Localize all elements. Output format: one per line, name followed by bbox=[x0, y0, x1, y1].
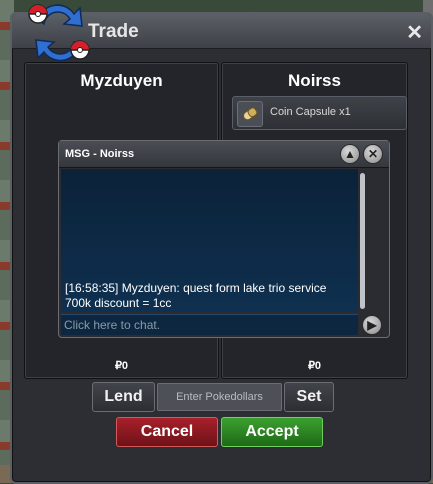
coin-capsule-icon bbox=[237, 101, 263, 127]
partner-item-slot[interactable]: Coin Capsule x1 bbox=[232, 96, 407, 130]
accept-button[interactable]: Accept bbox=[221, 417, 323, 447]
chat-log: [16:58:35] Myzduyen: quest form lake tri… bbox=[61, 169, 358, 312]
close-icon[interactable]: ✕ bbox=[406, 20, 423, 45]
chat-scrollbar[interactable] bbox=[360, 173, 365, 309]
private-message-window: MSG - Noirss ▲ ✕ [16:58:35] Myzduyen: qu… bbox=[58, 140, 390, 338]
my-player-name: Myzduyen bbox=[80, 71, 163, 90]
window-title: Trade bbox=[88, 21, 139, 42]
trade-arrows-pokeball-icon bbox=[28, 4, 90, 62]
lend-button[interactable]: Lend bbox=[92, 382, 155, 412]
money-row: Lend Enter Pokedollars Set bbox=[12, 382, 431, 412]
chat-header[interactable]: MSG - Noirss ▲ ✕ bbox=[59, 141, 389, 168]
trade-window: Trade ✕ Myzduyen ₽0 Noirss Coin Capsule … bbox=[10, 4, 433, 484]
chat-input-placeholder: Click here to chat. bbox=[64, 318, 161, 332]
chat-input[interactable]: Click here to chat. bbox=[61, 314, 358, 335]
cancel-button[interactable]: Cancel bbox=[116, 417, 218, 447]
partner-player-name: Noirss bbox=[288, 71, 341, 90]
my-money-offer: ₽0 bbox=[114, 360, 129, 372]
set-button[interactable]: Set bbox=[284, 382, 334, 412]
play-arrow-icon[interactable]: ▶ bbox=[362, 315, 382, 335]
partner-money-offer: ₽0 bbox=[307, 360, 322, 372]
item-quantity: x1 bbox=[339, 106, 351, 118]
pokedollars-input[interactable]: Enter Pokedollars bbox=[157, 383, 282, 411]
item-name: Coin Capsule bbox=[270, 106, 337, 118]
chat-title: MSG - Noirss bbox=[65, 148, 135, 160]
close-circle-icon[interactable]: ✕ bbox=[363, 144, 383, 164]
chat-message: [16:58:35] Myzduyen: quest form lake tri… bbox=[65, 281, 327, 310]
chevron-up-icon[interactable]: ▲ bbox=[340, 144, 360, 164]
